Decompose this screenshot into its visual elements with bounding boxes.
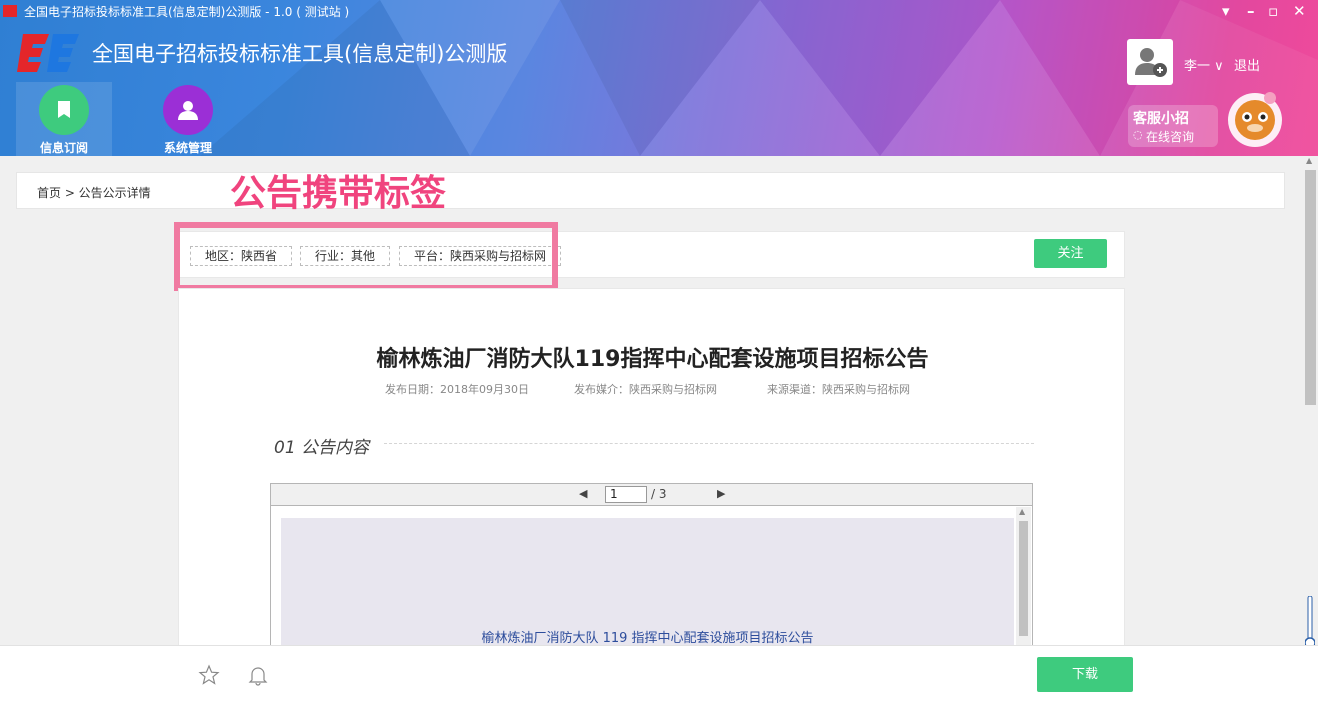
window-titlebar[interactable]: 全国电子招标投标标准工具(信息定制)公测版 - 1.0 ( 测试站 ) ▾ – … <box>0 0 1318 24</box>
cs-subtitle: 在线咨询 <box>1146 130 1195 144</box>
app-title: 全国电子招标投标标准工具(信息定制)公测版 <box>92 42 508 66</box>
follow-button[interactable]: 关注 <box>1034 239 1107 268</box>
download-button[interactable]: 下载 <box>1037 657 1133 692</box>
pdf-scrollbar[interactable]: ▲ <box>1016 507 1031 654</box>
chat-icon: ◌ <box>1133 128 1143 141</box>
page-total: / 3 <box>651 487 667 501</box>
star-icon[interactable] <box>198 664 220 686</box>
window-scrollbar[interactable]: ▲ <box>1302 156 1318 645</box>
customer-service-button[interactable]: 客服小招 在线咨询 ◌ <box>1128 105 1218 147</box>
next-page-icon[interactable]: ▶ <box>717 487 725 500</box>
minimize-icon[interactable]: – <box>1247 2 1255 20</box>
app-header: 全国电子招标投标标准工具(信息定制)公测版 - 1.0 ( 测试站 ) ▾ – … <box>0 0 1318 156</box>
bookmark-icon <box>39 85 89 135</box>
nav-label: 信息订阅 <box>39 141 88 155</box>
nav-info-subscription[interactable]: 信息订阅 <box>16 82 112 156</box>
prev-page-icon[interactable]: ◀ <box>579 487 587 500</box>
bottom-action-bar: 下载 <box>0 645 1318 701</box>
annotation-highlight-box <box>174 222 558 291</box>
window-title: 全国电子招标投标标准工具(信息定制)公测版 - 1.0 ( 测试站 ) <box>24 5 350 19</box>
menu-icon[interactable]: ▾ <box>1222 2 1230 20</box>
pdf-viewer[interactable]: ◀ 1 / 3 ▶ 榆林炼油厂消防大队 119 指挥中心配套设施项目招标公告 ▲ <box>270 483 1033 658</box>
document-title: 榆林炼油厂消防大队119指挥中心配套设施项目招标公告 <box>376 347 929 372</box>
section-heading: 01 公告内容 <box>274 438 370 458</box>
pdf-toolbar: ◀ 1 / 3 ▶ <box>271 484 1032 506</box>
restore-icon[interactable]: ▫ <box>1268 2 1278 20</box>
scroll-up-icon[interactable]: ▲ <box>1019 507 1025 516</box>
nav-system-management[interactable]: 系统管理 <box>140 82 236 156</box>
avatar[interactable] <box>1127 39 1173 85</box>
publish-media: 发布媒介：陕西采购与招标网 <box>574 383 717 396</box>
close-icon[interactable]: ✕ <box>1293 2 1306 20</box>
pdf-scrollbar-thumb[interactable] <box>1019 521 1028 636</box>
thermometer-icon <box>1305 596 1315 649</box>
page-number-input[interactable]: 1 <box>605 486 647 503</box>
breadcrumb-text[interactable]: 首页 > 公告公示详情 <box>37 184 151 201</box>
username-dropdown[interactable]: 李一 ∨ <box>1184 55 1224 74</box>
breadcrumb: 首页 > 公告公示详情 <box>16 172 1285 209</box>
chevron-down-icon: ∨ <box>1214 59 1224 74</box>
document-panel: 榆林炼油厂消防大队119指挥中心配套设施项目招标公告 发布日期：2018年09月… <box>178 288 1125 658</box>
mascot-icon[interactable] <box>1220 90 1290 150</box>
cs-title: 客服小招 <box>1133 111 1189 127</box>
app-small-logo-icon <box>3 5 17 17</box>
app-logo-icon <box>17 34 79 72</box>
add-user-icon <box>1135 48 1167 77</box>
pdf-page-heading: 榆林炼油厂消防大队 119 指挥中心配套设施项目招标公告 <box>481 631 814 646</box>
username: 李一 <box>1184 59 1211 74</box>
section-divider <box>384 443 1034 444</box>
user-icon <box>163 85 213 135</box>
annotation-callout: 公告携带标签 <box>230 173 447 214</box>
logout-link[interactable]: 退出 <box>1234 55 1260 74</box>
source-channel: 来源渠道：陕西采购与招标网 <box>767 383 910 396</box>
nav-label: 系统管理 <box>163 141 212 155</box>
window-scrollbar-thumb[interactable] <box>1305 170 1316 405</box>
publish-date: 发布日期：2018年09月30日 <box>385 383 529 396</box>
scroll-up-icon[interactable]: ▲ <box>1306 156 1312 165</box>
pdf-page: 榆林炼油厂消防大队 119 指挥中心配套设施项目招标公告 <box>281 518 1014 658</box>
bell-icon[interactable] <box>247 664 269 686</box>
